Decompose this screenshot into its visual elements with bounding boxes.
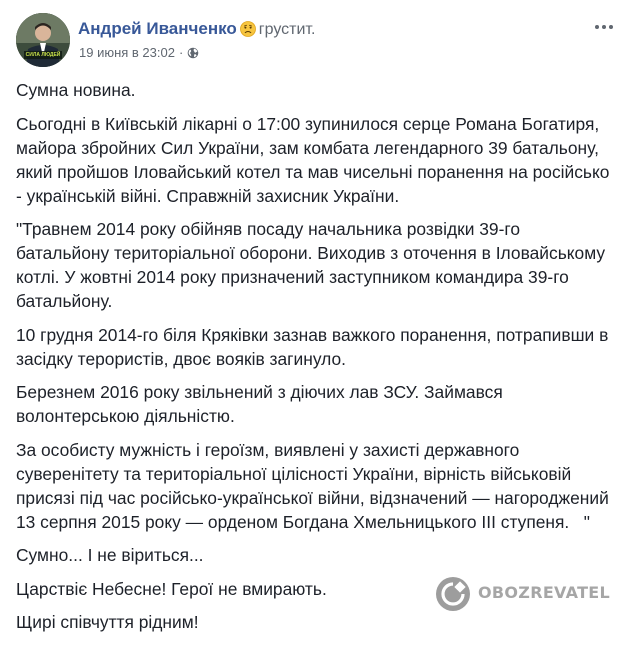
paragraph: За особисту мужність і героїзм, виявлені… xyxy=(16,439,614,532)
paragraph: Березнем 2016 року звільнений з діючих л… xyxy=(16,382,503,426)
avatar-caption: СИЛА ЛЮДЕЙ xyxy=(25,52,61,58)
paragraph: "Травнем 2014 року обійняв посаду началь… xyxy=(16,219,606,311)
obozrevatel-watermark: OBOZREVATEL xyxy=(436,575,610,615)
watermark-text: OBOZREVATEL xyxy=(478,583,611,602)
author-line: Андрей Иванченко грустит. xyxy=(78,19,315,42)
more-options-icon[interactable] xyxy=(592,17,616,37)
avatar[interactable]: СИЛА ЛЮДЕЙ xyxy=(16,13,70,67)
feeling-text: грустит. xyxy=(258,21,316,38)
facebook-post: СИЛА ЛЮДЕЙ Андрей Иванченко грустит. 19 … xyxy=(0,0,626,649)
post-meta: 19 июня в 23:02 · xyxy=(79,45,199,62)
globe-icon[interactable] xyxy=(187,47,199,62)
obozrevatel-logo-icon xyxy=(436,577,470,611)
author-name[interactable]: Андрей Иванченко xyxy=(78,19,237,38)
post-timestamp[interactable]: 19 июня в 23:02 xyxy=(79,45,175,60)
paragraph: Сьогодні в Київській лікарні о 17:00 зуп… xyxy=(16,113,610,206)
paragraph: Сумно... І не віриться... xyxy=(16,545,204,565)
post-header: СИЛА ЛЮДЕЙ Андрей Иванченко грустит. 19 … xyxy=(16,13,616,69)
sad-face-icon xyxy=(239,21,256,42)
paragraph: Сумна новина. xyxy=(16,80,136,100)
meta-separator: · xyxy=(178,45,184,60)
paragraph: 10 грудня 2014-го біля Кряківки зазнав в… xyxy=(16,324,609,369)
post-body: Сумна новина. Сьогодні в Київській лікар… xyxy=(16,78,616,644)
